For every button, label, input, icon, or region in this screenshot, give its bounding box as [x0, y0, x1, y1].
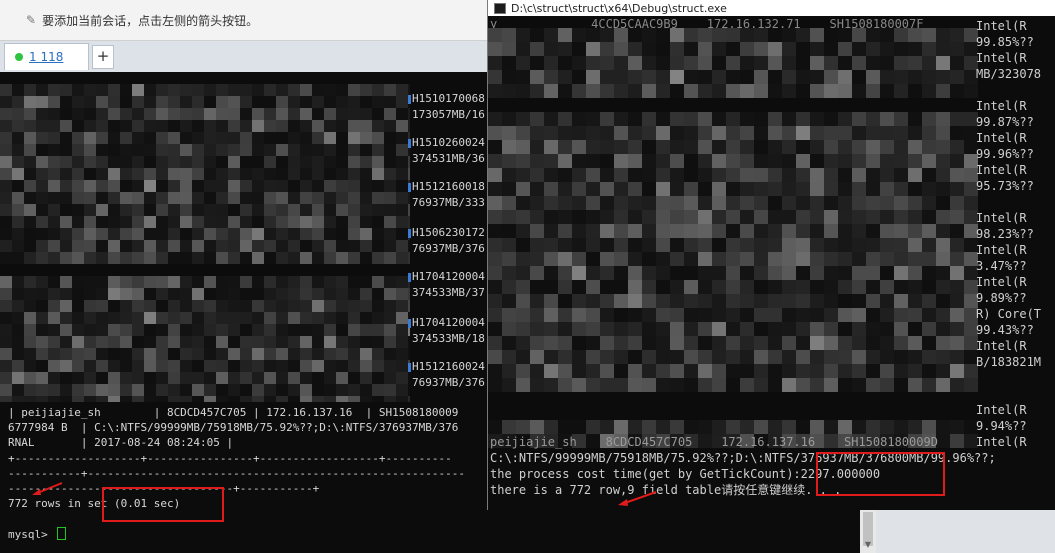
selection-marker [408, 319, 411, 328]
selection-marker [408, 183, 411, 192]
row-fragment-text: H1510260024 [412, 136, 485, 149]
row-fragment-text: 99.85%?? [976, 35, 1034, 49]
row-fragment-text: 3.47%?? [976, 259, 1027, 273]
row-fragment-text: 76937MB/376 [412, 376, 485, 389]
row-fragment-text: 374533MB/37 [412, 286, 485, 299]
terminal-line: RNAL | 2017-08-24 08:24:05 | [8, 436, 234, 449]
annotation-arrow-icon [32, 482, 63, 495]
row-fragment-text: 76937MB/333 [412, 196, 485, 209]
row-fragment-text: Intel(R [976, 403, 1027, 417]
row-fragment-text: 9.94%?? [976, 419, 1027, 433]
row-fragment-text: Intel(R [976, 275, 1027, 289]
annotation-box-query-time [102, 487, 224, 522]
terminal-line: | peijiajie_sh | 8CDCD457C705 | 172.16.1… [8, 406, 459, 419]
row-count-line: there is a 772 row,9 field table请按任意键继续.… [490, 483, 842, 497]
terminal-line: -----------+----------------------------… [8, 467, 465, 480]
row-fragment-text: 374533MB/18 [412, 332, 485, 345]
desktop-background [876, 510, 1055, 553]
row-fragment-text: 99.96%?? [976, 147, 1034, 161]
row-fragment-text: 9.89%?? [976, 291, 1027, 305]
redacted-area-left [0, 84, 410, 402]
terminal-line: 6777984 B | C:\:NTFS/99999MB/75918MB/75.… [8, 421, 459, 434]
row-fragment-text: Intel(R [976, 243, 1027, 257]
mysql-prompt: mysql> [8, 528, 55, 541]
row-fragment-text: H1506230172 [412, 226, 485, 239]
row-fragment-text: Intel(R [976, 131, 1027, 145]
annotation-arrow-icon [618, 491, 657, 506]
row-fragment-text: Intel(R [976, 339, 1027, 353]
redacted-area-right [488, 28, 978, 448]
terminal-line: +-------------------+----------------+--… [8, 452, 452, 465]
selection-marker [408, 363, 411, 372]
row-fragment-text: Intel(R [976, 163, 1027, 177]
row-fragment-text: Intel(R [976, 435, 1027, 449]
selection-marker [408, 139, 411, 148]
row-fragment-text: H1704120004 [412, 316, 485, 329]
console-app-icon [494, 2, 506, 14]
row-fragment-text: MB/323078 [976, 67, 1042, 81]
console-title: D:\c\struct\struct\x64\Debug\struct.exe [511, 1, 727, 15]
row-fragment-text: 99.43%?? [976, 323, 1034, 337]
row-fragment-text: H1510170068 [412, 92, 485, 105]
annotation-box-process-time [816, 452, 945, 496]
connected-status-icon [15, 53, 23, 61]
row-fragment-text: 374531MB/36 [412, 152, 485, 165]
row-fragment-text: Intel(R [976, 99, 1027, 113]
partial-table-row: peijiajie_sh 8CDCD457C705 172.16.137.16 … [490, 435, 938, 449]
row-fragment-text: Intel(R [976, 19, 1027, 33]
new-tab-button[interactable]: + [92, 45, 114, 69]
row-fragment-text: R) Core(T [976, 307, 1042, 321]
console-window[interactable]: D:\c\struct\struct\x64\Debug\struct.exe … [487, 0, 1055, 510]
row-fragment-text: 95.73%?? [976, 179, 1034, 193]
selection-marker [408, 229, 411, 238]
tab-label: 1 118 [29, 50, 64, 64]
row-fragment-text: H1704120004 [412, 270, 485, 283]
selection-marker [408, 273, 411, 282]
notice-text: 要添加当前会话，点击左侧的箭头按钮。 [42, 13, 259, 28]
scroll-down-icon[interactable]: ▼ [863, 540, 873, 550]
row-fragment-text: Intel(R [976, 211, 1027, 225]
row-fragment-text: 76937MB/376 [412, 242, 485, 255]
row-fragment-text: H1512160018 [412, 180, 485, 193]
row-fragment-text: 173057MB/16 [412, 108, 485, 121]
tab-session-1[interactable]: 1 118 [4, 43, 89, 70]
row-fragment-text: Intel(R [976, 51, 1027, 65]
selection-marker [408, 95, 411, 104]
row-fragment-text: H1512160024 [412, 360, 485, 373]
mysql-prompt-line[interactable]: mysql> [8, 527, 67, 542]
row-fragment-text: 98.23%?? [976, 227, 1034, 241]
console-title-bar[interactable]: D:\c\struct\struct\x64\Debug\struct.exe [488, 0, 1055, 16]
row-fragment-text: 99.87%?? [976, 115, 1034, 129]
console-output[interactable]: y 4CCD5CAAC9B9 172.16.132.71 SH150818000… [488, 16, 1055, 510]
row-fragment-text: B/183821M [976, 355, 1042, 369]
pencil-icon: ✎ [26, 13, 37, 27]
text-cursor [57, 527, 67, 540]
